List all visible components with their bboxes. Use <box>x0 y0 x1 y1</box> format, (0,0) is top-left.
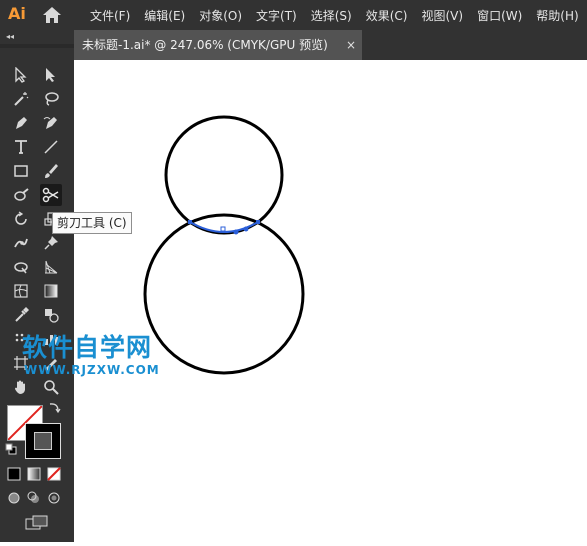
perspective-grid-tool-icon[interactable] <box>40 256 62 278</box>
default-fill-stroke-icon[interactable] <box>4 442 18 456</box>
shaper-tool-icon[interactable] <box>10 184 32 206</box>
scissors-tool-icon[interactable] <box>40 184 62 206</box>
handle-point[interactable] <box>243 226 249 232</box>
anchor-point[interactable] <box>256 220 260 224</box>
blend-tool-icon[interactable] <box>40 304 62 326</box>
app-logo: Ai <box>8 4 26 23</box>
pen-tool-icon[interactable] <box>10 112 32 134</box>
rectangle-tool-icon[interactable] <box>10 160 32 182</box>
menu-object[interactable]: 对象(O) <box>199 7 242 24</box>
swap-fill-stroke-icon[interactable] <box>46 400 62 416</box>
panel-grip[interactable] <box>0 44 74 48</box>
draw-inside-icon[interactable] <box>46 490 62 506</box>
stroke-swatch[interactable] <box>25 423 61 459</box>
tools-panel: ◂◂ <box>0 30 74 542</box>
color-mode-icon[interactable] <box>6 466 22 482</box>
line-segment-tool-icon[interactable] <box>40 136 62 158</box>
watermark-url: WWW.RJZXW.COM <box>24 363 160 377</box>
watermark-chinese: 软件自学网 <box>22 333 153 362</box>
artwork <box>143 115 305 375</box>
screen-mode-icon[interactable] <box>24 514 50 532</box>
hand-tool-icon[interactable] <box>10 376 32 398</box>
document-tab[interactable]: 未标题-1.ai* @ 247.06% (CMYK/GPU 预览) × <box>74 30 362 60</box>
direct-selection-tool-icon[interactable] <box>40 64 62 86</box>
puppet-warp-tool-icon[interactable] <box>10 232 32 254</box>
anchor-point[interactable] <box>188 220 192 224</box>
menu-items: 文件(F) 编辑(E) 对象(O) 文字(T) 选择(S) 效果(C) 视图(V… <box>90 0 587 30</box>
menu-view[interactable]: 视图(V) <box>421 7 463 24</box>
artboard-canvas[interactable] <box>74 60 587 542</box>
menu-bar: Ai 文件(F) 编辑(E) 对象(O) 文字(T) 选择(S) 效果(C) 视… <box>0 0 587 30</box>
tool-tooltip: 剪刀工具 (C) <box>52 212 132 234</box>
pin-tool-icon[interactable] <box>40 232 62 254</box>
paintbrush-tool-icon[interactable] <box>40 160 62 182</box>
menu-help[interactable]: 帮助(H) <box>536 7 578 24</box>
lasso-tool-icon[interactable] <box>40 88 62 110</box>
document-tab-title: 未标题-1.ai* @ 247.06% (CMYK/GPU 预览) <box>82 38 328 52</box>
anchor-point[interactable] <box>220 226 226 232</box>
eyedropper-tool-icon[interactable] <box>10 304 32 326</box>
home-icon[interactable] <box>42 6 62 24</box>
rotate-tool-icon[interactable] <box>10 208 32 230</box>
menu-file[interactable]: 文件(F) <box>90 7 130 24</box>
menu-select[interactable]: 选择(S) <box>311 7 352 24</box>
mesh-tool-icon[interactable] <box>10 280 32 302</box>
lower-circle[interactable] <box>143 213 305 375</box>
draw-behind-icon[interactable] <box>26 490 42 506</box>
shape-builder-tool-icon[interactable] <box>10 256 32 278</box>
menu-effect[interactable]: 效果(C) <box>366 7 408 24</box>
gradient-tool-icon[interactable] <box>40 280 62 302</box>
curvature-tool-icon[interactable] <box>40 112 62 134</box>
stroke-swatch-inner <box>34 432 52 450</box>
collapse-panel-icon[interactable]: ◂◂ <box>6 32 14 41</box>
magic-wand-tool-icon[interactable] <box>10 88 32 110</box>
document-tab-row: 未标题-1.ai* @ 247.06% (CMYK/GPU 预览) × <box>74 30 587 60</box>
handle-point[interactable] <box>233 229 239 235</box>
zoom-tool-icon[interactable] <box>40 376 62 398</box>
menu-type[interactable]: 文字(T) <box>256 7 297 24</box>
draw-normal-icon[interactable] <box>6 490 22 506</box>
site-watermark: 软件自学网 WWW.RJZXW.COM <box>22 333 160 377</box>
type-tool-icon[interactable] <box>10 136 32 158</box>
gradient-mode-icon[interactable] <box>26 466 42 482</box>
menu-window[interactable]: 窗口(W) <box>477 7 522 24</box>
menu-edit[interactable]: 编辑(E) <box>144 7 185 24</box>
selection-tool-icon[interactable] <box>10 64 32 86</box>
none-mode-icon[interactable] <box>46 466 62 482</box>
close-tab-icon[interactable]: × <box>346 30 356 60</box>
